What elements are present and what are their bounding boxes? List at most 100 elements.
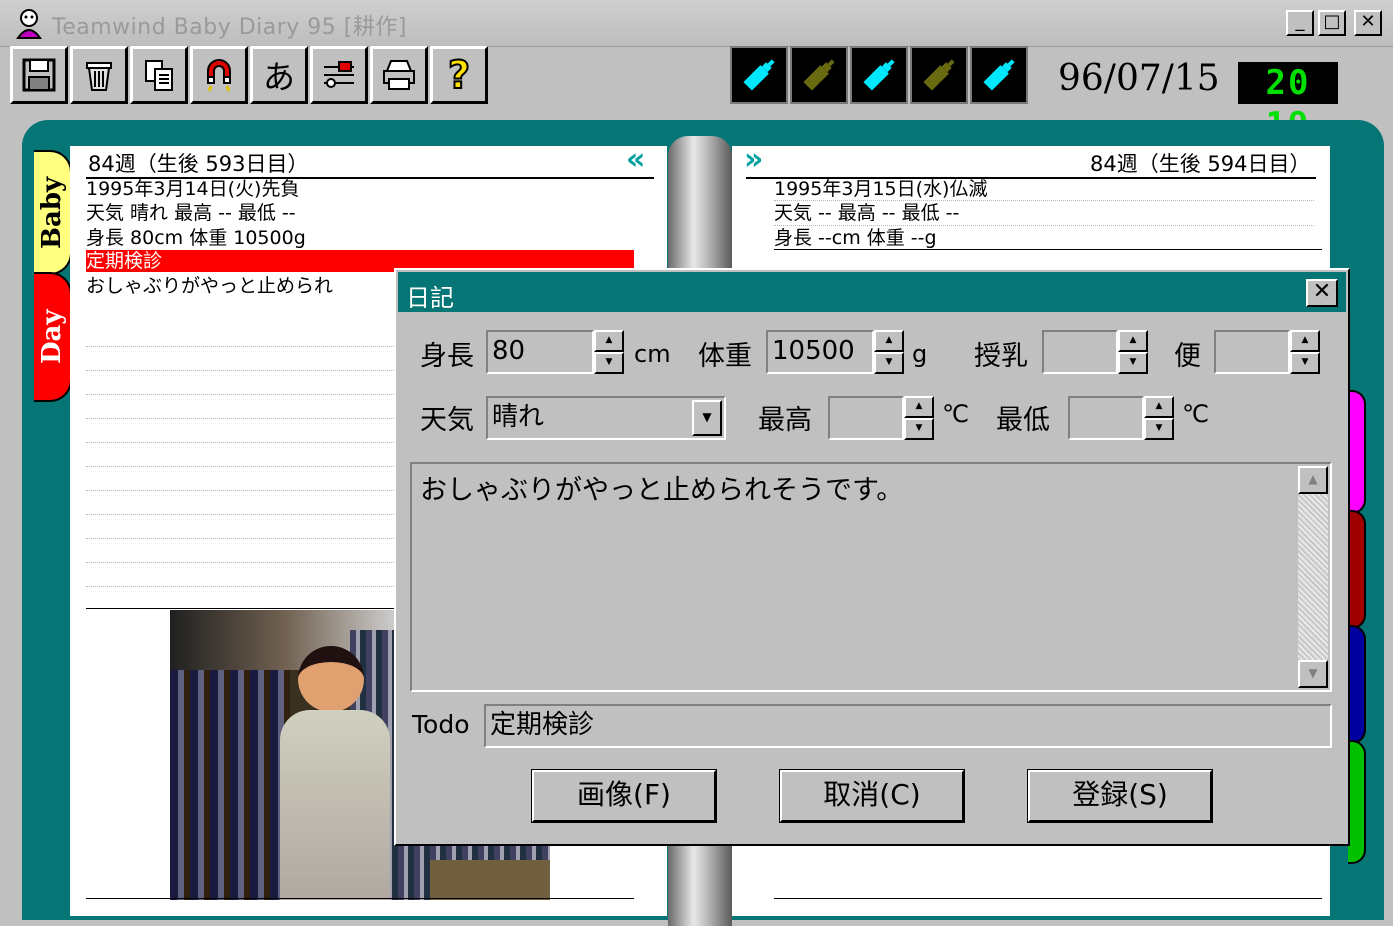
printer-icon bbox=[383, 60, 415, 90]
bottle-indicator-4[interactable] bbox=[910, 46, 968, 104]
low-temp-unit: ℃ bbox=[1182, 400, 1209, 428]
print-button[interactable] bbox=[370, 46, 428, 104]
ruled-line bbox=[86, 418, 406, 419]
right-measurements: 身長 --cm 体重 --g bbox=[774, 227, 937, 249]
low-temp-label: 最低 bbox=[996, 405, 1050, 436]
hiragana-a-icon: あ bbox=[262, 58, 295, 96]
magnet-icon bbox=[207, 59, 231, 92]
scroll-down-icon[interactable]: ▼ bbox=[1298, 660, 1328, 688]
bottle-indicator-2[interactable] bbox=[790, 46, 848, 104]
stool-spinner[interactable]: ▲ ▼ bbox=[1290, 330, 1320, 374]
current-date: 96/07/15 bbox=[1058, 58, 1220, 99]
dropdown-arrow-icon[interactable]: ▼ bbox=[692, 400, 722, 436]
high-temp-label: 最高 bbox=[758, 405, 812, 436]
left-measurements: 身長 80cm 体重 10500g bbox=[86, 227, 306, 249]
height-spinner[interactable]: ▲ ▼ bbox=[594, 330, 624, 374]
bottle-indicator-1[interactable] bbox=[730, 46, 788, 104]
ruled-line bbox=[86, 562, 406, 563]
ruled-line bbox=[86, 370, 406, 371]
left-week-label: 84週（生後 593日目） bbox=[88, 152, 309, 176]
side-tab-magenta[interactable] bbox=[1348, 390, 1366, 514]
height-label: 身長 bbox=[420, 341, 474, 372]
memo-scrollbar[interactable]: ▲ ▼ bbox=[1298, 466, 1328, 688]
weight-input[interactable]: 10500 bbox=[766, 330, 874, 374]
spin-down-icon[interactable]: ▼ bbox=[874, 352, 904, 374]
high-temp-spinner[interactable]: ▲ ▼ bbox=[904, 396, 934, 440]
photo-books bbox=[170, 670, 290, 900]
side-tab-blue[interactable] bbox=[1348, 625, 1366, 744]
spin-up-icon[interactable]: ▲ bbox=[1144, 396, 1174, 418]
height-input[interactable]: 80 bbox=[486, 330, 594, 374]
spin-down-icon[interactable]: ▼ bbox=[594, 352, 624, 374]
right-date: 1995年3月15日(水)仏滅 bbox=[774, 178, 988, 200]
memo-text: おしゃぶりがやっと止められそうです。 bbox=[420, 475, 904, 506]
ruled-line bbox=[86, 394, 406, 395]
bottle-icon bbox=[863, 59, 895, 91]
help-button[interactable]: ? bbox=[430, 46, 488, 104]
feeding-input[interactable] bbox=[1042, 330, 1118, 374]
bottle-indicator-5[interactable] bbox=[970, 46, 1028, 104]
spin-down-icon[interactable]: ▼ bbox=[1144, 418, 1174, 440]
spin-up-icon[interactable]: ▲ bbox=[874, 330, 904, 352]
app-title: Teamwind Baby Diary 95 [耕作] bbox=[52, 15, 407, 40]
left-date: 1995年3月14日(火)先負 bbox=[86, 178, 300, 200]
ruled-line bbox=[774, 200, 1314, 201]
prev-day-button[interactable]: « bbox=[626, 142, 645, 177]
tab-baby[interactable]: Baby bbox=[34, 150, 72, 275]
left-memo: おしゃぶりがやっと止められ bbox=[86, 275, 334, 297]
stool-input[interactable] bbox=[1214, 330, 1290, 374]
photo-floor bbox=[430, 860, 550, 900]
weight-spinner[interactable]: ▲ ▼ bbox=[874, 330, 904, 374]
divider bbox=[86, 898, 634, 899]
maximize-button[interactable]: □ bbox=[1318, 10, 1346, 36]
delete-button[interactable] bbox=[70, 46, 128, 104]
magnet-button[interactable] bbox=[190, 46, 248, 104]
settings-button[interactable] bbox=[310, 46, 368, 104]
high-temp-unit: ℃ bbox=[942, 400, 969, 428]
stool-label: 便 bbox=[1174, 341, 1201, 372]
input-mode-button[interactable]: あ bbox=[250, 46, 308, 104]
todo-input[interactable]: 定期検診 bbox=[484, 704, 1332, 748]
dialog-close-button[interactable]: ✕ bbox=[1306, 279, 1338, 307]
spin-up-icon[interactable]: ▲ bbox=[904, 396, 934, 418]
dialog-title: 日記 bbox=[406, 284, 454, 312]
spin-up-icon[interactable]: ▲ bbox=[594, 330, 624, 352]
weather-label: 天気 bbox=[420, 405, 474, 436]
side-tab-green[interactable] bbox=[1348, 740, 1366, 864]
divider bbox=[774, 898, 1322, 899]
spin-down-icon[interactable]: ▼ bbox=[1290, 352, 1320, 374]
low-temp-spinner[interactable]: ▲ ▼ bbox=[1144, 396, 1174, 440]
spin-down-icon[interactable]: ▼ bbox=[1118, 352, 1148, 374]
left-weather: 天気 晴れ 最高 -- 最低 -- bbox=[86, 202, 296, 224]
ruled-line bbox=[86, 514, 406, 515]
ruled-line bbox=[774, 225, 1314, 226]
memo-textarea[interactable]: おしゃぶりがやっと止められそうです。 ▲ ▼ bbox=[410, 462, 1332, 692]
ruled-line bbox=[86, 586, 406, 587]
tab-day[interactable]: Day bbox=[34, 272, 72, 402]
spin-up-icon[interactable]: ▲ bbox=[1118, 330, 1148, 352]
height-unit: cm bbox=[634, 340, 671, 368]
minimize-button[interactable]: _ bbox=[1286, 10, 1314, 36]
next-day-button[interactable]: » bbox=[744, 142, 763, 177]
copy-button[interactable] bbox=[130, 46, 188, 104]
scroll-up-icon[interactable]: ▲ bbox=[1298, 466, 1328, 494]
right-weather: 天気 -- 最高 -- 最低 -- bbox=[774, 202, 960, 224]
side-tab-red[interactable] bbox=[1348, 510, 1366, 629]
register-button[interactable]: 登録(S) bbox=[1027, 769, 1213, 823]
weather-value: 晴れ bbox=[492, 402, 545, 432]
bottle-indicator-3[interactable] bbox=[850, 46, 908, 104]
spin-up-icon[interactable]: ▲ bbox=[1290, 330, 1320, 352]
high-temp-input[interactable] bbox=[828, 396, 904, 440]
cancel-button[interactable]: 取消(C) bbox=[779, 769, 965, 823]
weight-unit: g bbox=[912, 340, 928, 368]
bottle-icon bbox=[803, 59, 835, 91]
question-mark-icon: ? bbox=[447, 52, 471, 98]
save-button[interactable] bbox=[10, 46, 68, 104]
low-temp-input[interactable] bbox=[1068, 396, 1144, 440]
weather-select[interactable]: 晴れ ▼ bbox=[486, 396, 726, 440]
image-button[interactable]: 画像(F) bbox=[531, 769, 717, 823]
spin-down-icon[interactable]: ▼ bbox=[904, 418, 934, 440]
feeding-spinner[interactable]: ▲ ▼ bbox=[1118, 330, 1148, 374]
photo-child-head bbox=[298, 646, 364, 712]
close-window-button[interactable]: ✕ bbox=[1354, 10, 1382, 36]
